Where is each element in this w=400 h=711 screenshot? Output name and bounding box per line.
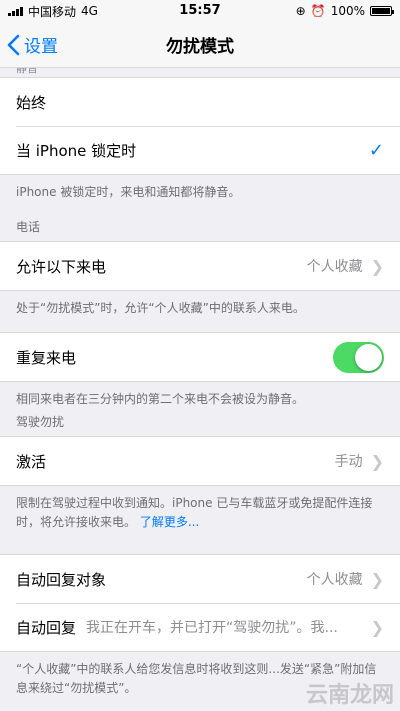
option-label: 当 iPhone 锁定时 <box>16 141 137 160</box>
carrier-name: 中国移动 <box>28 4 77 19</box>
option-label: 始终 <box>16 93 47 112</box>
network-type: 4G <box>81 4 98 18</box>
driving-group: 激活 手动 ❯ <box>0 436 400 486</box>
allow-calls-footer: 处于“勿扰模式”时，允许“个人收藏”中的联系人来电。 <box>16 301 305 315</box>
auto-reply-message: 我正在开车，并已打开“驾驶勿扰”。我... <box>86 620 338 636</box>
navigation-bar: 设置 勿扰模式 <box>0 22 400 68</box>
auto-reply-to-value: 个人收藏 <box>306 572 363 588</box>
option-when-locked[interactable]: 当 iPhone 锁定时 ✓ <box>0 126 400 174</box>
checkmark-icon: ✓ <box>368 139 384 161</box>
activate-value-wrap: 手动 ❯ <box>335 451 384 471</box>
allow-calls-value-wrap: 个人收藏 ❯ <box>307 256 384 276</box>
activate-label: 激活 <box>16 452 47 471</box>
allow-calls-value: 个人收藏 <box>306 259 363 275</box>
repeated-calls-toggle[interactable] <box>333 341 384 373</box>
section-header-phone: 电话 <box>16 220 41 234</box>
section-header-driving: 驾驶勿扰 <box>16 415 65 429</box>
activate-value: 手动 <box>334 454 363 470</box>
back-button[interactable]: 设置 <box>6 32 58 57</box>
auto-reply-to-value-wrap: 个人收藏 ❯ <box>307 569 384 589</box>
auto-reply-to-row[interactable]: 自动回复对象 个人收藏 ❯ <box>0 555 400 603</box>
signal-icon <box>8 6 23 16</box>
auto-reply-row[interactable]: 自动回复 我正在开车，并已打开“驾驶勿扰”。我... ❯ <box>0 603 400 651</box>
silence-options-group: 始终 当 iPhone 锁定时 ✓ <box>0 77 400 175</box>
repeated-calls-label: 重复来电 <box>16 348 77 367</box>
chevron-right-icon: ❯ <box>370 569 384 589</box>
chevron-left-icon <box>7 34 20 55</box>
option-always[interactable]: 始终 <box>0 78 400 126</box>
auto-reply-footer: “个人收藏”中的联系人给您发信息时将收到这则...发送“紧急”附加信息来绕过“勿… <box>16 662 377 695</box>
phone-group: 允许以下来电 个人收藏 ❯ <box>0 241 400 291</box>
chevron-right-icon: ❯ <box>370 617 384 637</box>
auto-reply-group: 自动回复对象 个人收藏 ❯ 自动回复 我正在开车，并已打开“驾驶勿扰”。我...… <box>0 554 400 652</box>
page-title: 勿扰模式 <box>166 37 234 57</box>
repeated-calls-footer: 相同来电者在三分钟内的第二个来电不会被设为静音。 <box>16 392 305 406</box>
toggle-knob <box>355 343 382 371</box>
battery-icon <box>370 6 394 16</box>
repeated-calls-group: 重复来电 <box>0 332 400 382</box>
status-bar: 中国移动 4G 15:57 ⊕ ⏰ 100% <box>0 0 400 22</box>
allow-calls-label: 允许以下来电 <box>16 257 107 276</box>
status-bar-right: ⊕ ⏰ 100% <box>295 4 394 18</box>
auto-reply-to-label: 自动回复对象 <box>16 570 107 589</box>
silence-footer: iPhone 被锁定时，来电和通知都将静音。 <box>16 185 241 199</box>
driving-footer: 限制在驾驶过程中收到通知。iPhone 已与车载蓝牙或免提配件连接时，将允许接收… <box>0 486 400 554</box>
auto-reply-label: 自动回复 <box>16 618 77 637</box>
activate-row[interactable]: 激活 手动 ❯ <box>0 437 400 485</box>
learn-more-link[interactable]: 了解更多... <box>140 515 199 529</box>
section-header-silence: 静音 <box>16 68 38 75</box>
rotation-lock-icon: ⊕ <box>295 4 306 18</box>
alarm-icon: ⏰ <box>310 4 326 18</box>
status-bar-left: 中国移动 4G <box>8 3 98 20</box>
battery-percent: 100% <box>330 4 365 18</box>
chevron-right-icon: ❯ <box>370 451 384 471</box>
chevron-right-icon: ❯ <box>370 256 384 276</box>
repeated-calls-row: 重复来电 <box>0 333 400 381</box>
allow-calls-from-row[interactable]: 允许以下来电 个人收藏 ❯ <box>0 242 400 290</box>
back-label: 设置 <box>24 37 58 57</box>
